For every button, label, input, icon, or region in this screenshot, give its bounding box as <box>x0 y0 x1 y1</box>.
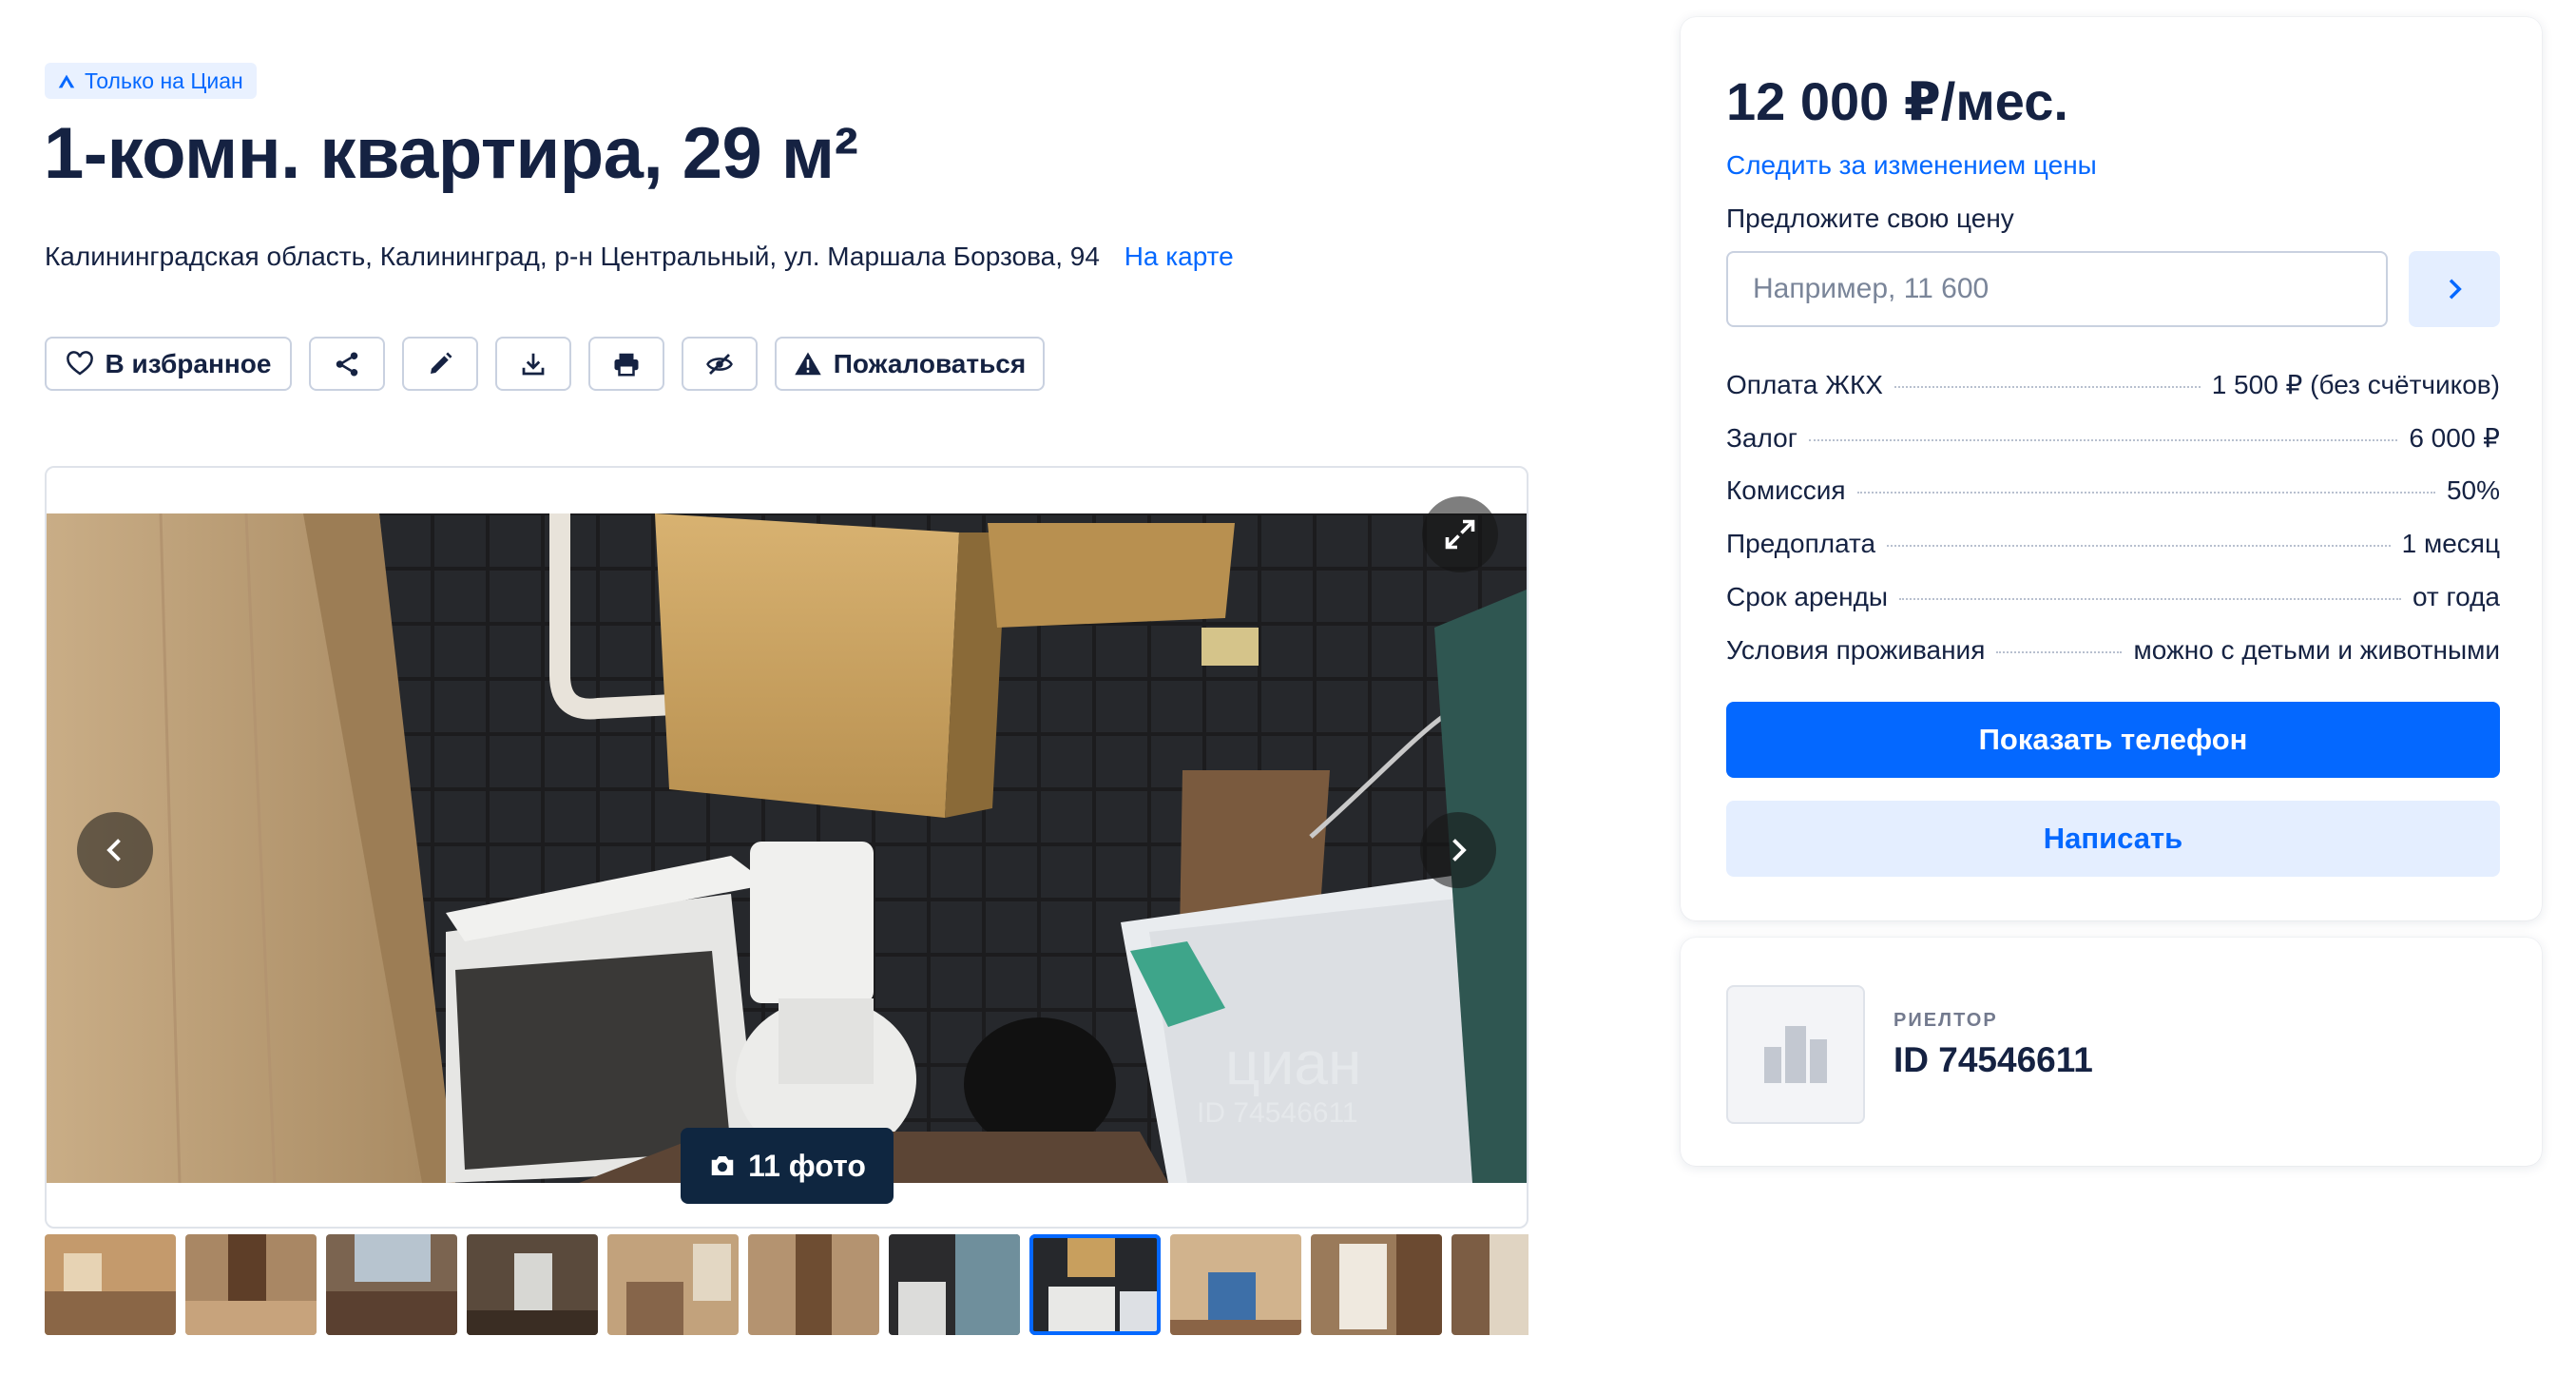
thumbnail[interactable] <box>45 1234 176 1335</box>
agent-id[interactable]: ID 74546611 <box>1894 1040 2093 1080</box>
term-label: Залог <box>1726 423 1797 453</box>
main-photo[interactable]: циан ID 74546611 <box>47 513 1527 1183</box>
term-row: Предоплата 1 месяц <box>1726 529 2500 582</box>
address-text: Калининградская область, Калининград, р-… <box>45 242 1100 271</box>
thumbnail[interactable] <box>607 1234 739 1335</box>
term-row: Комиссия 50% <box>1726 475 2500 529</box>
camera-icon <box>711 1156 734 1175</box>
thumbnail[interactable] <box>748 1234 879 1335</box>
term-value: от года <box>2412 582 2500 611</box>
term-label: Срок аренды <box>1726 582 1889 611</box>
term-row: Срок аренды от года <box>1726 582 2500 635</box>
term-row: Оплата ЖКХ 1 500 ₽ (без счётчиков) <box>1726 369 2500 422</box>
action-bar: В избранное Пожаловаться <box>45 337 1045 391</box>
term-label: Предоплата <box>1726 529 1876 558</box>
hide-button[interactable] <box>682 337 758 391</box>
printer-icon <box>614 353 639 376</box>
photo-gallery: циан ID 74546611 11 фото <box>45 466 1528 1229</box>
term-value: можно с детьми и животными <box>2133 635 2500 665</box>
photo-count-label: 11 фото <box>748 1148 866 1183</box>
agent-avatar[interactable] <box>1726 985 1865 1124</box>
heart-icon <box>66 350 93 376</box>
chevron-right-icon <box>2449 279 2462 300</box>
term-value: 6 000 ₽ <box>2409 423 2500 453</box>
thumbnail-strip <box>45 1234 1528 1339</box>
thumbnail[interactable] <box>889 1234 1020 1335</box>
prev-photo-button[interactable] <box>77 812 153 888</box>
term-value: 1 500 ₽ (без счётчиков) <box>2211 370 2500 399</box>
term-row: Залог 6 000 ₽ <box>1726 422 2500 475</box>
building-placeholder-icon <box>1764 1026 1827 1083</box>
thumbnail[interactable] <box>1451 1234 1528 1335</box>
share-button[interactable] <box>309 337 385 391</box>
favorite-label: В избранное <box>105 348 272 378</box>
term-label: Условия проживания <box>1726 635 1986 665</box>
download-button[interactable] <box>495 337 571 391</box>
price: 12 000 ₽/мес. <box>1726 71 2068 131</box>
watermark-id: ID 74546611 <box>1197 1097 1358 1129</box>
offer-price-label: Предложите свою цену <box>1726 203 2014 233</box>
share-icon <box>336 352 358 376</box>
photo-count-button[interactable]: 11 фото <box>681 1128 894 1204</box>
show-phone-button[interactable]: Показать телефон <box>1726 702 2500 778</box>
eye-off-icon <box>706 353 733 375</box>
thumbnail[interactable] <box>1170 1234 1301 1335</box>
thumbnail[interactable] <box>1311 1234 1442 1335</box>
cian-logo-icon <box>58 74 75 88</box>
edit-button[interactable] <box>402 337 478 391</box>
chevron-left-icon <box>106 839 121 862</box>
bathroom-photo: циан ID 74546611 <box>47 513 1527 1183</box>
agent-card: РИЕЛТОР ID 74546611 <box>1681 938 2542 1166</box>
map-link[interactable]: На карте <box>1125 242 1234 271</box>
next-photo-button[interactable] <box>1420 812 1496 888</box>
term-label: Оплата ЖКХ <box>1726 370 1883 399</box>
exclusive-badge: Только на Циан <box>45 63 257 99</box>
expand-icon <box>1445 519 1475 550</box>
offer-price-input[interactable] <box>1726 251 2388 327</box>
term-label: Комиссия <box>1726 475 1846 505</box>
term-value: 50% <box>2446 475 2500 505</box>
watch-price-link[interactable]: Следить за изменением цены <box>1726 150 2097 181</box>
terms-list: Оплата ЖКХ 1 500 ₽ (без счётчиков) Залог 6… <box>1726 369 2500 688</box>
print-button[interactable] <box>588 337 664 391</box>
fullscreen-button[interactable] <box>1422 496 1498 572</box>
address: Калининградская область, Калининград, р-… <box>45 242 1234 272</box>
agent-role: РИЕЛТОР <box>1894 1010 1998 1031</box>
thumbnail[interactable] <box>467 1234 598 1335</box>
report-label: Пожаловаться <box>833 348 1027 378</box>
term-row: Условия проживания можно с детьми и живот… <box>1726 635 2500 688</box>
favorite-button[interactable]: В избранное <box>45 337 292 391</box>
watermark: циан <box>1225 1029 1361 1097</box>
thumbnail[interactable] <box>326 1234 457 1335</box>
download-icon <box>522 353 545 375</box>
thumbnail[interactable] <box>185 1234 317 1335</box>
write-message-button[interactable]: Написать <box>1726 801 2500 877</box>
term-value: 1 месяц <box>2401 529 2500 558</box>
chevron-right-icon <box>1452 839 1467 862</box>
thumbnail-active[interactable] <box>1029 1234 1161 1335</box>
pencil-icon <box>431 352 452 374</box>
listing-title: 1-комн. квартира, 29 м² <box>44 113 858 194</box>
warning-icon <box>795 352 821 375</box>
exclusive-badge-label: Только на Циан <box>85 68 243 93</box>
report-button[interactable]: Пожаловаться <box>775 337 1045 391</box>
offer-submit-button[interactable] <box>2409 251 2500 327</box>
price-card: 12 000 ₽/мес. Следить за изменением цены… <box>1681 17 2542 920</box>
